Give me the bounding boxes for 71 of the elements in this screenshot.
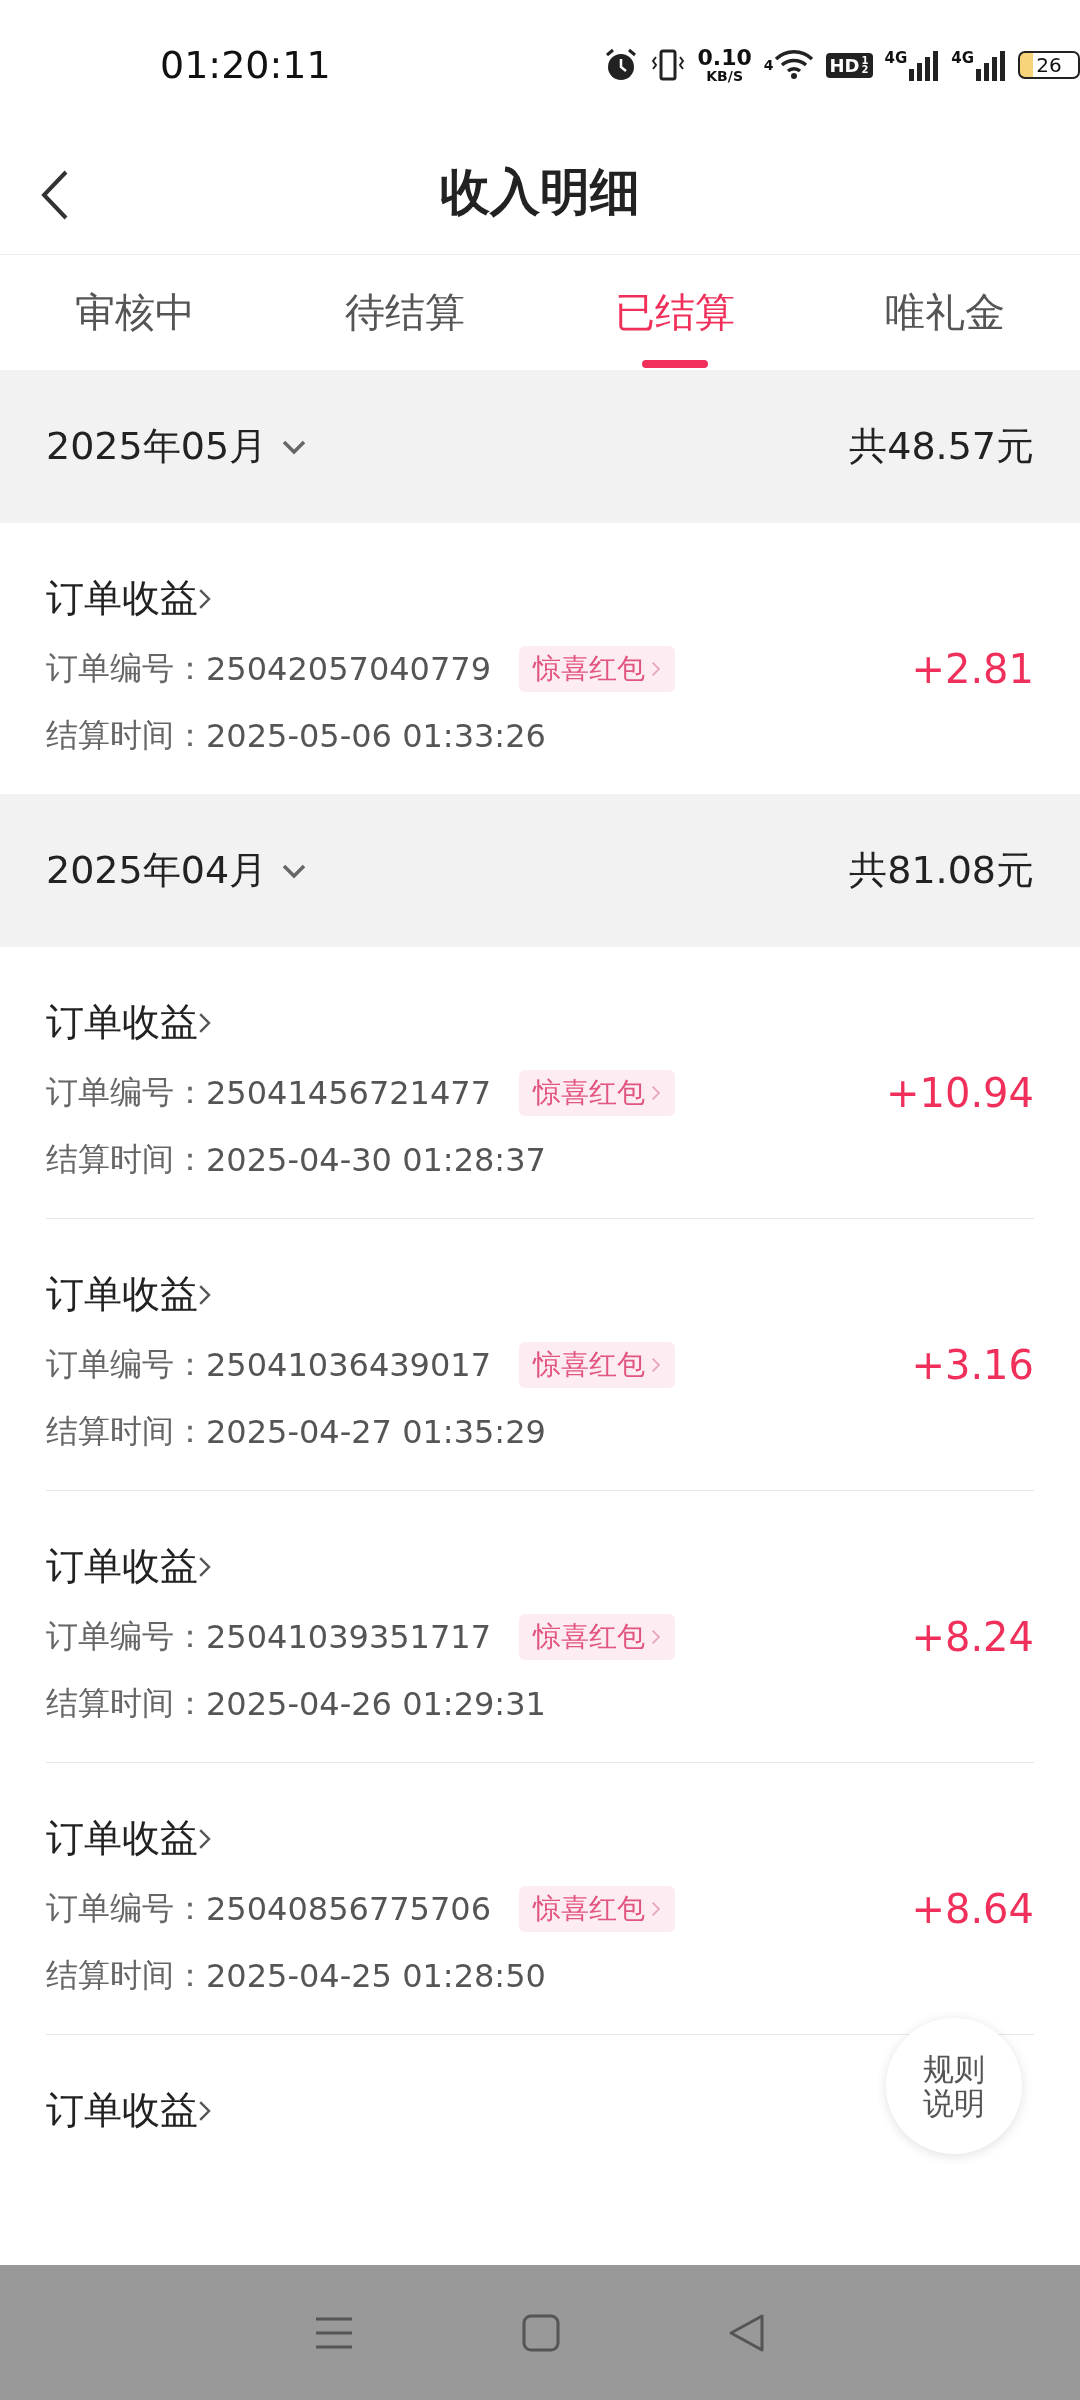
tab[interactable]: 审核中 [0, 255, 270, 370]
settle-time: 2025-04-26 01:29:31 [206, 1685, 546, 1723]
tab[interactable]: 待结算 [270, 255, 540, 370]
entry-title[interactable]: 订单收益 [46, 2085, 198, 2136]
entry-title[interactable]: 订单收益 [46, 1269, 198, 1320]
back-icon[interactable] [40, 170, 70, 220]
tab[interactable]: 已结算 [540, 255, 810, 370]
entry-title[interactable]: 订单收益 [46, 573, 198, 624]
menu-icon[interactable] [314, 2315, 354, 2350]
order-label: 订单编号： [46, 1616, 206, 1657]
settle-time: 2025-04-25 01:28:50 [206, 1957, 546, 1995]
chevron-icon [198, 587, 212, 610]
net-speed: 0.10 [697, 47, 752, 69]
chevron-icon [651, 1629, 661, 1645]
entry-title[interactable]: 订单收益 [46, 1813, 198, 1864]
amount: +8.24 [911, 1614, 1034, 1660]
amount: +10.94 [885, 1070, 1034, 1116]
network-label: 4G [884, 49, 908, 67]
page-title: 收入明细 [440, 161, 640, 223]
month-total: 共81.08元 [849, 847, 1034, 894]
month-header[interactable]: 2025年04月 共81.08元 [0, 794, 1080, 947]
time-label: 结算时间： [46, 1411, 206, 1452]
net-unit: KB/S [706, 69, 743, 83]
clock-time: 01:20:11 [160, 43, 332, 87]
tab[interactable]: 唯礼金 [810, 255, 1080, 370]
order-number: 25042057040779 [206, 650, 492, 688]
wifi-icon [773, 49, 814, 81]
chevron-icon [198, 1827, 212, 1850]
home-icon[interactable] [522, 2313, 560, 2352]
entry-title[interactable]: 订单收益 [46, 997, 198, 1048]
month-header[interactable]: 2025年05月 共48.57元 [0, 370, 1080, 523]
back-nav-icon[interactable] [728, 2312, 766, 2353]
time-label: 结算时间： [46, 1139, 206, 1180]
chevron-icon [651, 661, 661, 677]
time-label: 结算时间： [46, 1683, 206, 1724]
wifi-label: 4 [763, 57, 774, 73]
signal-icon [909, 49, 940, 81]
amount: +8.64 [911, 1886, 1034, 1932]
vibrate-icon [651, 47, 686, 83]
network-label: 4G [951, 49, 974, 67]
chevron-icon [651, 1085, 661, 1101]
month-total: 共48.57元 [849, 423, 1034, 470]
month-label: 2025年04月 [46, 847, 268, 894]
entry-title[interactable]: 订单收益 [46, 1541, 198, 1592]
chevron-icon [198, 1283, 212, 1306]
order-number: 25041039351717 [206, 1618, 492, 1656]
chevron-icon [198, 2099, 212, 2122]
battery-icon: 26 [1018, 51, 1080, 79]
order-label: 订单编号： [46, 1072, 206, 1113]
time-label: 结算时间： [46, 715, 206, 756]
time-label: 结算时间： [46, 1955, 206, 1996]
order-number: 25040856775706 [206, 1890, 492, 1928]
amount: +3.16 [911, 1342, 1034, 1388]
rules-button[interactable]: 规则说明 [886, 2018, 1022, 2154]
settle-time: 2025-05-06 01:33:26 [206, 717, 546, 755]
month-label: 2025年05月 [46, 423, 268, 470]
caret-icon [281, 438, 308, 455]
order-label: 订单编号： [46, 648, 206, 689]
chevron-icon [198, 1011, 212, 1034]
caret-icon [281, 862, 308, 879]
chevron-icon [198, 1555, 212, 1578]
settle-time: 2025-04-30 01:28:37 [206, 1141, 546, 1179]
order-label: 订单编号： [46, 1344, 206, 1385]
order-number: 25041456721477 [206, 1074, 492, 1112]
order-label: 订单编号： [46, 1888, 206, 1929]
signal-icon [976, 49, 1006, 81]
chevron-icon [651, 1357, 661, 1373]
order-number: 25041036439017 [206, 1346, 492, 1384]
settle-time: 2025-04-27 01:35:29 [206, 1413, 546, 1451]
chevron-icon [651, 1901, 661, 1917]
amount: +2.81 [911, 646, 1034, 692]
